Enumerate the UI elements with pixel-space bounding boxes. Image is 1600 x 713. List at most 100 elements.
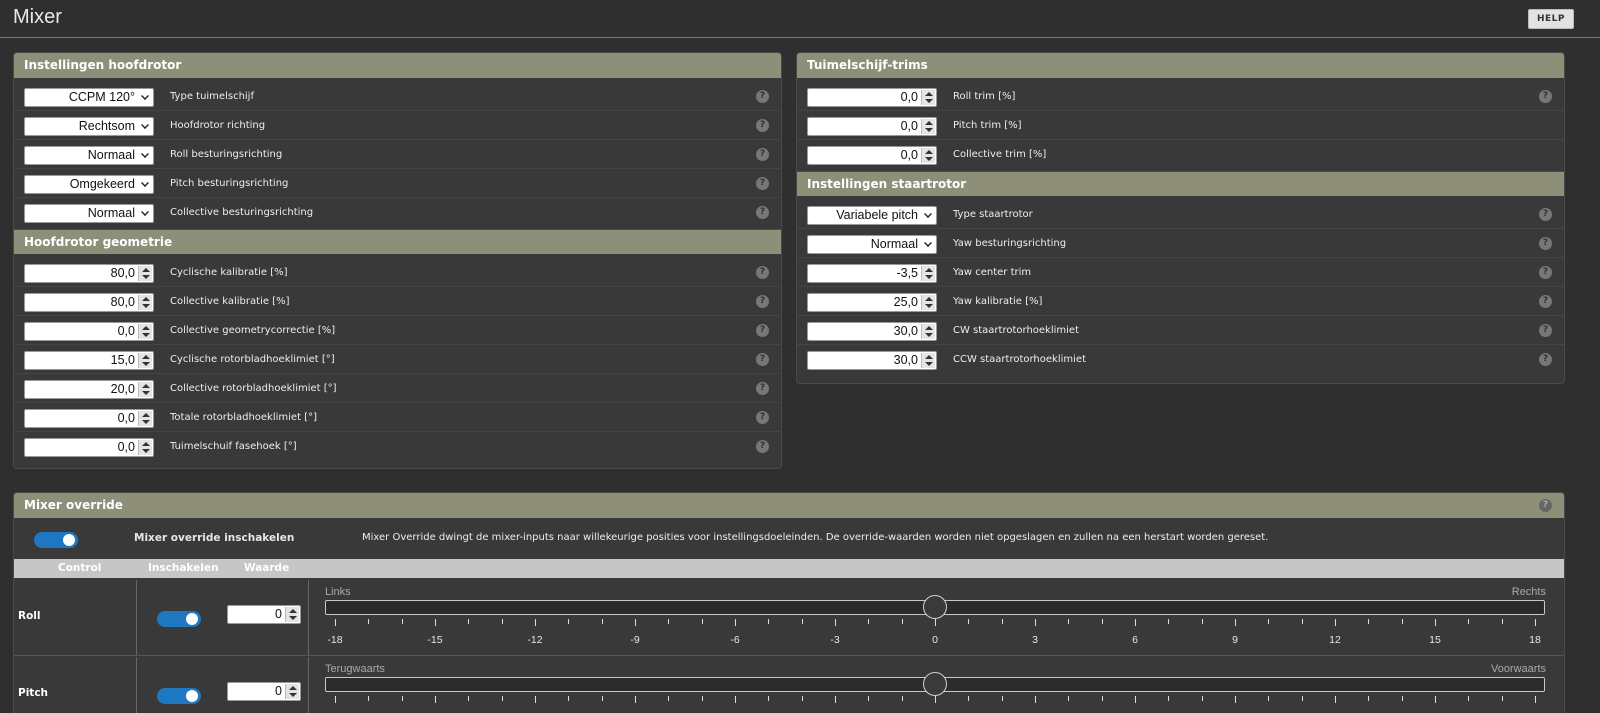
spinner-arrows-icon[interactable]	[921, 324, 935, 339]
yaw-direction-select[interactable]: Normaal	[807, 235, 937, 254]
spinner-arrows-icon[interactable]	[138, 266, 152, 281]
yaw-calibration-input[interactable]: 25,0	[807, 293, 937, 312]
roll-enable-toggle[interactable]	[157, 611, 201, 627]
question-circle-icon[interactable]: ?	[1539, 90, 1552, 103]
slider-tick	[335, 619, 336, 626]
question-circle-icon[interactable]: ?	[756, 119, 769, 132]
setting-label: Pitch besturingsrichting	[170, 178, 289, 189]
question-circle-icon[interactable]: ?	[1539, 295, 1552, 308]
swashplate-phase-input[interactable]: 0,0	[24, 438, 154, 457]
swashplate-type-select[interactable]: CCPM 120°	[24, 88, 154, 107]
roll-trim-input[interactable]: 0,0	[807, 88, 937, 107]
spinner-arrows-icon[interactable]	[138, 411, 152, 426]
slider-tick	[1168, 696, 1170, 701]
setting-label: Collective kalibratie [%]	[170, 296, 290, 307]
spinner-arrows-icon[interactable]	[921, 90, 935, 105]
main-rotor-header: Instellingen hoofdrotor	[14, 53, 781, 78]
slider-handle[interactable]	[923, 595, 947, 619]
question-circle-icon[interactable]: ?	[756, 148, 769, 161]
question-circle-icon[interactable]: ?	[756, 411, 769, 424]
slider-tick	[1468, 619, 1470, 624]
rotor-direction-select[interactable]: Rechtsom	[24, 117, 154, 136]
column-enable: Inschakelen	[148, 562, 219, 574]
question-circle-icon[interactable]: ?	[756, 266, 769, 279]
collective-geometry-correction-input[interactable]: 0,0	[24, 322, 154, 341]
override-enable-row: Mixer override inschakelen Mixer Overrid…	[14, 518, 1564, 558]
collective-direction-select[interactable]: Normaal	[24, 204, 154, 223]
spinner-arrows-icon[interactable]	[138, 353, 152, 368]
slider-tick	[735, 619, 736, 626]
ccw-tail-limit-input[interactable]: 30,0	[807, 351, 937, 370]
question-circle-icon[interactable]: ?	[1539, 266, 1552, 279]
slider-tick	[768, 696, 770, 701]
slider-handle[interactable]	[923, 672, 947, 696]
cw-tail-limit-input[interactable]: 30,0	[807, 322, 937, 341]
roll-slider[interactable]: Links Rechts -18 -15 -12 -9 -6 -3 0 3 6 9 12 15 18	[324, 580, 1546, 656]
question-circle-icon[interactable]: ?	[756, 324, 769, 337]
column-divider	[136, 580, 137, 655]
question-circle-icon[interactable]: ?	[1539, 324, 1552, 337]
yaw-center-trim-input[interactable]: -3,5	[807, 264, 937, 283]
spinner-arrows-icon[interactable]	[138, 440, 152, 455]
slider-tick	[1101, 619, 1103, 624]
main-rotor-title: Instellingen hoofdrotor	[24, 58, 182, 72]
setting-label: Collective rotorbladhoeklimiet [°]	[170, 383, 337, 394]
slider-tick	[1201, 696, 1203, 701]
question-circle-icon[interactable]: ?	[756, 90, 769, 103]
question-circle-icon[interactable]: ?	[1539, 237, 1552, 250]
spinner-arrows-icon[interactable]	[138, 382, 152, 397]
spinner-arrows-icon[interactable]	[138, 324, 152, 339]
setting-label: Totale rotorbladhoeklimiet [°]	[170, 412, 317, 423]
pitch-trim-input[interactable]: 0,0	[807, 117, 937, 136]
spinner-arrows-icon[interactable]	[921, 353, 935, 368]
spinner-arrows-icon[interactable]	[285, 684, 299, 699]
pitch-enable-toggle[interactable]	[157, 688, 201, 704]
question-circle-icon[interactable]: ?	[1539, 499, 1552, 512]
slider-tick	[468, 696, 470, 701]
question-circle-icon[interactable]: ?	[756, 295, 769, 308]
toggle-knob	[63, 534, 75, 546]
spinner-arrows-icon[interactable]	[921, 266, 935, 281]
override-enable-toggle[interactable]	[34, 532, 78, 548]
cyclic-blade-limit-input[interactable]: 15,0	[24, 351, 154, 370]
cyclic-calibration-input[interactable]: 80,0	[24, 264, 154, 283]
spinner-arrows-icon[interactable]	[921, 295, 935, 310]
slider-tick	[1301, 619, 1303, 624]
trims-panel: Tuimelschijf-trims 0,0 Roll trim [%] ? 0…	[796, 52, 1565, 384]
select-value: CCPM 120°	[68, 90, 135, 104]
spinner-arrows-icon[interactable]	[285, 607, 299, 622]
roll-direction-select[interactable]: Normaal	[24, 146, 154, 165]
question-circle-icon[interactable]: ?	[756, 177, 769, 190]
collective-calibration-input[interactable]: 80,0	[24, 293, 154, 312]
roll-value-input[interactable]: 0	[227, 605, 301, 624]
pitch-slider[interactable]: Terugwaarts Voorwaarts	[324, 657, 1546, 713]
slider-tick	[701, 696, 703, 701]
slider-scale-label: -18	[327, 634, 343, 646]
setting-label: Yaw besturingsrichting	[953, 238, 1067, 249]
question-circle-icon[interactable]: ?	[1539, 353, 1552, 366]
setting-row: 80,0 Collective kalibratie [%] ?	[14, 287, 781, 316]
override-description: Mixer Override dwingt de mixer-inputs na…	[362, 532, 1269, 543]
collective-trim-input[interactable]: 0,0	[807, 146, 937, 165]
question-circle-icon[interactable]: ?	[756, 440, 769, 453]
slider-tick	[1235, 619, 1236, 626]
question-circle-icon[interactable]: ?	[756, 206, 769, 219]
help-button[interactable]: HELP	[1528, 9, 1574, 29]
input-value: 0,0	[117, 440, 135, 454]
spinner-arrows-icon[interactable]	[138, 295, 152, 310]
slider-tick	[1401, 696, 1403, 701]
slider-tick	[568, 696, 570, 701]
column-divider	[136, 657, 137, 713]
question-circle-icon[interactable]: ?	[756, 353, 769, 366]
column-divider	[308, 580, 309, 655]
question-circle-icon[interactable]: ?	[1539, 208, 1552, 221]
total-blade-limit-input[interactable]: 0,0	[24, 409, 154, 428]
spinner-arrows-icon[interactable]	[921, 119, 935, 134]
spinner-arrows-icon[interactable]	[921, 148, 935, 163]
slider-tick	[1435, 696, 1436, 703]
tail-rotor-type-select[interactable]: Variabele pitch	[807, 206, 937, 225]
pitch-direction-select[interactable]: Omgekeerd	[24, 175, 154, 194]
pitch-value-input[interactable]: 0	[227, 682, 301, 701]
question-circle-icon[interactable]: ?	[756, 382, 769, 395]
collective-blade-limit-input[interactable]: 20,0	[24, 380, 154, 399]
